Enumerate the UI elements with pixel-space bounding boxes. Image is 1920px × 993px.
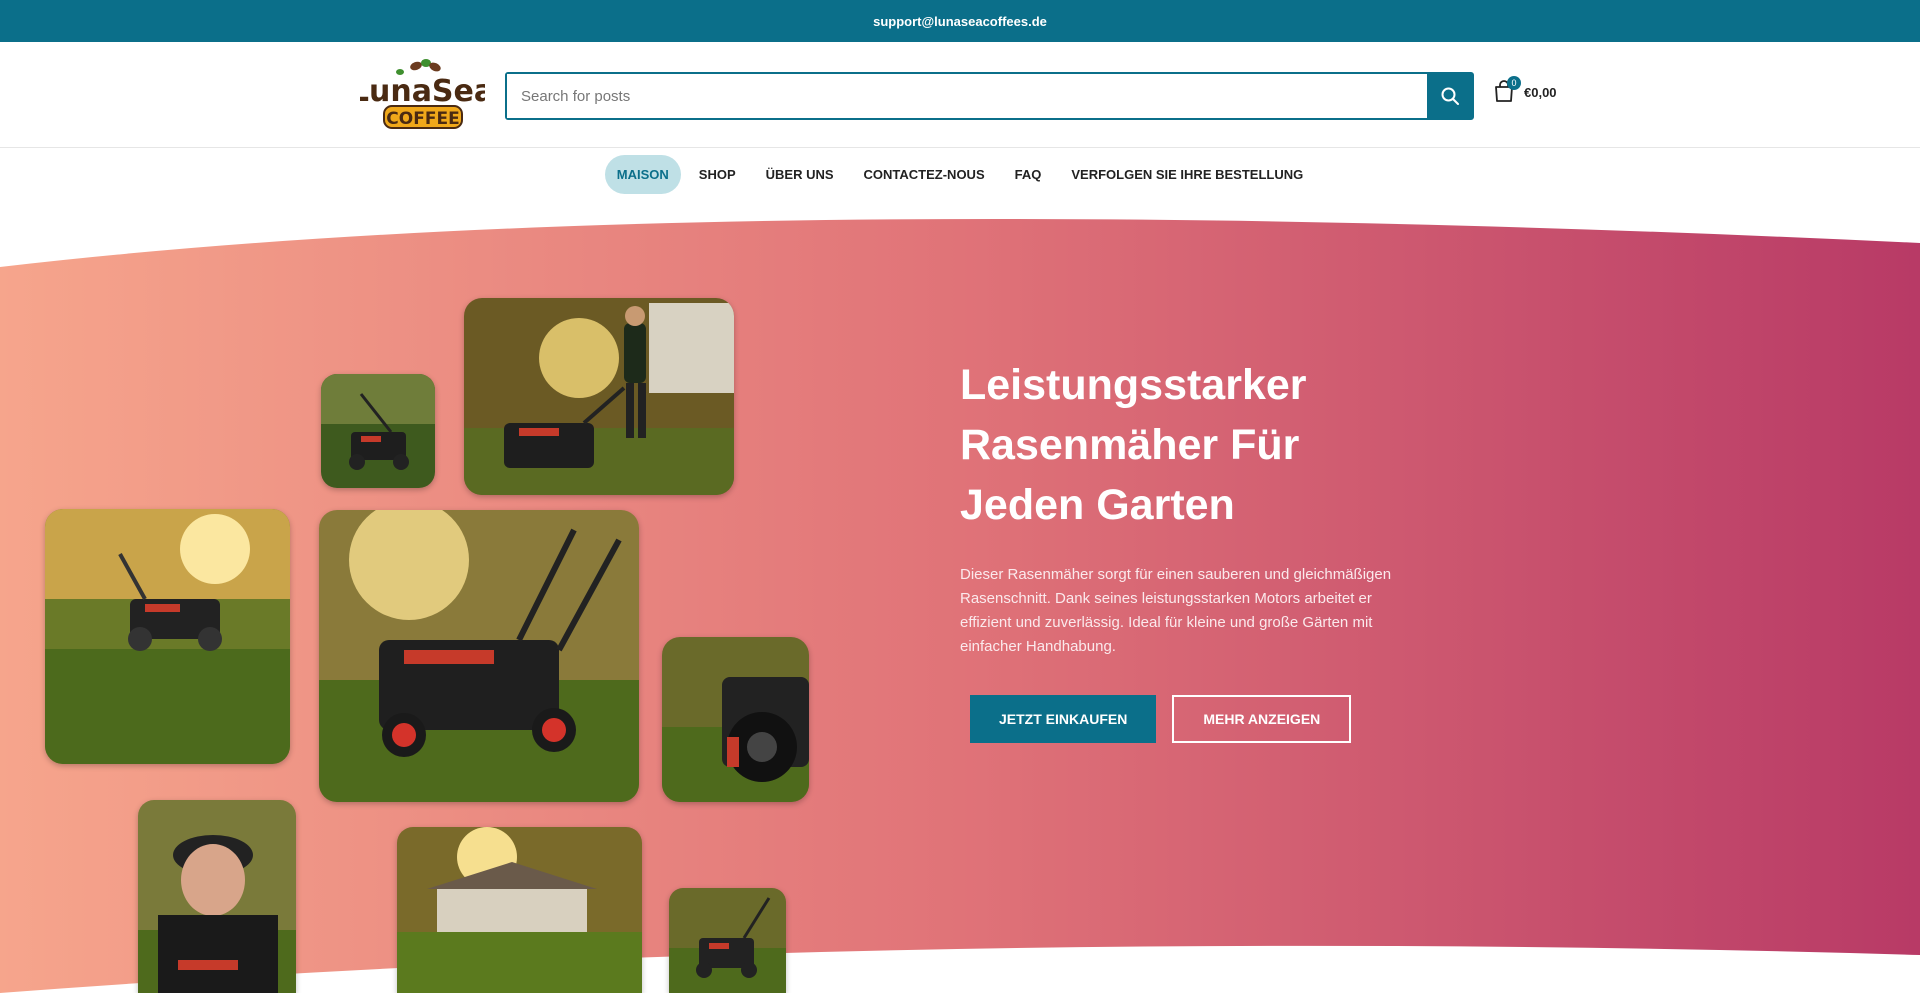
nav-item-contactez-nous[interactable]: Contactez-nous bbox=[852, 155, 997, 194]
hero-buttons: Jetzt einkaufen Mehr anzeigen bbox=[970, 695, 1352, 743]
mower-photo-small bbox=[321, 374, 435, 488]
svg-text:COFFEE: COFFEE bbox=[386, 109, 459, 129]
cart-button[interactable]: 0 €0,00 bbox=[1494, 76, 1557, 104]
header: LunaSea COFFEE 0 €0,00 bbox=[0, 42, 1920, 148]
cart-total: €0,00 bbox=[1524, 84, 1557, 100]
search-button[interactable] bbox=[1427, 74, 1472, 118]
mower-sunset-photo bbox=[45, 509, 290, 764]
hero-banner: Leistungsstarker Rasenmäher Für Jeden Ga… bbox=[0, 215, 1920, 993]
nav-item-maison[interactable]: Maison bbox=[604, 155, 681, 194]
nav-item-track-order[interactable]: Verfolgen Sie Ihre Bestellung bbox=[1059, 155, 1315, 194]
main-navigation: Maison Shop Über uns Contactez-nous FAQ … bbox=[0, 148, 1920, 201]
nav-item-ueber-uns[interactable]: Über uns bbox=[754, 155, 846, 194]
hero-content: Leistungsstarker Rasenmäher Für Jeden Ga… bbox=[960, 355, 1420, 659]
shopping-bag-icon: 0 bbox=[1494, 76, 1521, 104]
mower-wheel-photo bbox=[662, 637, 809, 802]
hero-description: Dieser Rasenmäher sorgt für einen sauber… bbox=[960, 566, 1392, 655]
site-logo[interactable]: LunaSea COFFEE bbox=[348, 56, 496, 134]
man-mowing-photo bbox=[464, 298, 734, 495]
cart-count-badge: 0 bbox=[1507, 76, 1521, 90]
show-more-button[interactable]: Mehr anzeigen bbox=[1172, 695, 1352, 743]
house-lawn-photo bbox=[397, 827, 642, 993]
young-man-photo bbox=[138, 800, 296, 993]
search-bar bbox=[505, 72, 1474, 120]
hero-title: Leistungsstarker Rasenmäher Für Jeden Ga… bbox=[960, 361, 1307, 529]
mower-closeup-photo bbox=[319, 510, 639, 802]
svg-text:LunaSea: LunaSea bbox=[360, 74, 485, 109]
top-bar: support@lunaseacoffees.de bbox=[0, 0, 1920, 42]
shop-now-button[interactable]: Jetzt einkaufen bbox=[970, 695, 1157, 743]
search-icon bbox=[1441, 87, 1459, 105]
nav-item-shop[interactable]: Shop bbox=[687, 155, 748, 194]
support-email[interactable]: support@lunaseacoffees.de bbox=[873, 14, 1047, 29]
mower-field-photo bbox=[669, 888, 786, 993]
nav-item-faq[interactable]: FAQ bbox=[1003, 155, 1054, 194]
search-input[interactable] bbox=[507, 74, 1427, 118]
